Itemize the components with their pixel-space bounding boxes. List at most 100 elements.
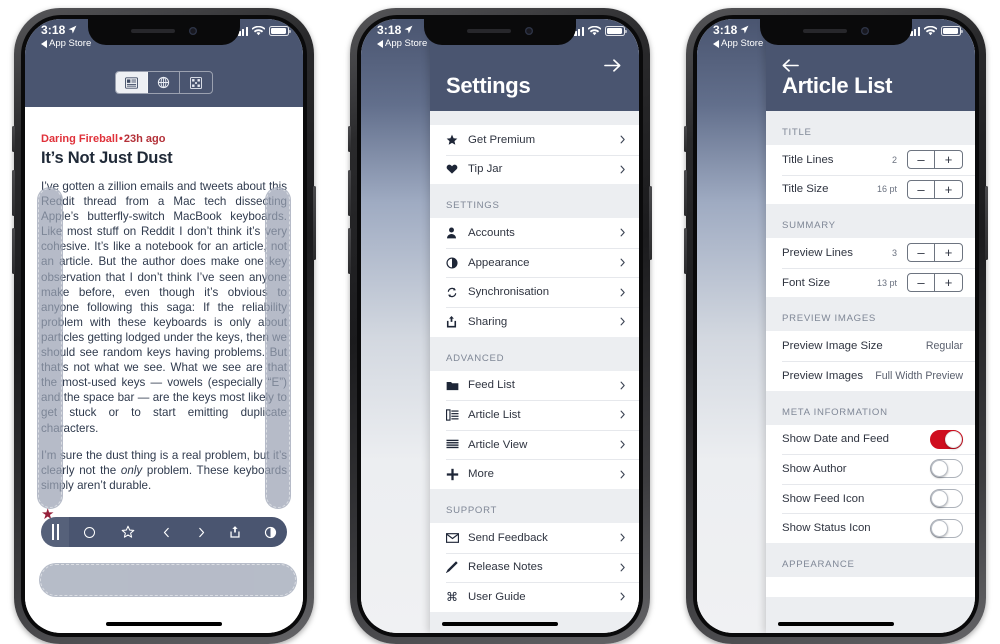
settings-row-accounts[interactable]: Accounts: [430, 218, 639, 248]
row-label: Show Feed Icon: [782, 492, 865, 505]
article-content[interactable]: Daring Fireball•23h ago It’s Not Just Du…: [25, 107, 303, 633]
row-value: 3: [891, 247, 897, 258]
section-heading-meta-information: META INFORMATION: [782, 406, 888, 418]
person-icon: [446, 227, 468, 239]
row-value: Regular: [925, 340, 963, 353]
command-icon: ⌘: [446, 589, 458, 604]
article-source[interactable]: Daring Fireball: [41, 133, 118, 145]
article-list-scroll[interactable]: TITLE Title Lines 2 – + Title Size 16 pt…: [766, 111, 975, 597]
group-appearance: [766, 576, 975, 597]
row-label: Font Size: [782, 276, 831, 289]
section-heading-advanced: ADVANCED: [446, 352, 505, 364]
show-date-and-feed-toggle[interactable]: [930, 429, 963, 449]
home-indicator: [442, 621, 558, 626]
view-mode-segmented-control[interactable]: [115, 71, 213, 94]
preview-lines-stepper[interactable]: – +: [907, 243, 963, 263]
plus-icon: [446, 468, 468, 481]
settings-scroll[interactable]: Get Premium Tip Jar SETTINGS Accounts Ap…: [430, 111, 639, 612]
sync-icon: [446, 286, 468, 299]
row-show-status-icon[interactable]: Show Status Icon: [766, 513, 975, 543]
row-label: Show Status Icon: [782, 522, 871, 535]
section-heading-preview-images: PREVIEW IMAGES: [782, 313, 877, 325]
settings-row-feed-list[interactable]: Feed List: [430, 371, 639, 401]
settings-row-send-feedback[interactable]: Send Feedback: [430, 523, 639, 553]
settings-group-support: Send Feedback Release Notes ⌘ User Guide: [430, 522, 639, 612]
group-summary: Preview Lines 3 – + Font Size 13 pt – +: [766, 238, 975, 298]
stepper-minus-button[interactable]: –: [908, 151, 935, 169]
star-filled-icon: [446, 134, 468, 146]
row-label: Title Lines: [782, 153, 834, 166]
group-meta-information: Show Date and Feed Show Author Show Feed…: [766, 424, 975, 543]
show-author-toggle[interactable]: [930, 459, 963, 479]
share-icon[interactable]: [217, 517, 253, 547]
chevron-right-icon: [620, 533, 625, 542]
circle-icon[interactable]: [69, 517, 109, 547]
title-lines-stepper[interactable]: – +: [907, 150, 963, 170]
globe-icon[interactable]: [148, 72, 180, 93]
settings-row-label: Sharing: [468, 315, 508, 328]
row-value: Full Width Preview: [875, 369, 963, 382]
row-show-date-and-feed[interactable]: Show Date and Feed: [766, 425, 975, 455]
row-font-size[interactable]: Font Size 13 pt – +: [766, 267, 975, 298]
row-value: 16 pt: [876, 184, 897, 195]
settings-row-tip-jar[interactable]: Tip Jar: [430, 154, 639, 185]
row-preview-lines[interactable]: Preview Lines 3 – +: [766, 238, 975, 268]
row-label: Show Author: [782, 462, 847, 475]
settings-row-release-notes[interactable]: Release Notes: [430, 552, 639, 583]
page-title: Settings: [446, 73, 531, 98]
chevron-right-icon[interactable]: [185, 517, 217, 547]
row-show-feed-icon[interactable]: Show Feed Icon: [766, 483, 975, 514]
article-toolbar[interactable]: [41, 517, 287, 547]
settings-row-synchronisation[interactable]: Synchronisation: [430, 277, 639, 307]
heart-filled-icon: [446, 163, 468, 175]
row-title-size[interactable]: Title Size 16 pt – +: [766, 174, 975, 205]
settings-row-article-view[interactable]: Article View: [430, 429, 639, 460]
arrow-right-icon[interactable]: [604, 57, 621, 74]
article-paragraph-1: I’ve gotten a zillion emails and tweets …: [41, 180, 287, 435]
settings-pane: Settings Get Premium Tip Jar SETTINGS Ac…: [430, 19, 639, 633]
stepper-minus-button[interactable]: –: [908, 180, 935, 198]
settings-row-user-guide[interactable]: ⌘ User Guide: [430, 582, 639, 612]
drag-handle-icon[interactable]: [41, 517, 69, 547]
settings-row-label: Feed List: [468, 379, 515, 392]
settings-row-appearance[interactable]: Appearance: [430, 247, 639, 278]
row-show-author[interactable]: Show Author: [766, 454, 975, 484]
stepper-minus-button[interactable]: –: [908, 244, 935, 262]
star-outline-icon[interactable]: [109, 517, 147, 547]
phone-settings: Settings Get Premium Tip Jar SETTINGS Ac…: [348, 8, 652, 644]
row-title-lines[interactable]: Title Lines 2 – +: [766, 145, 975, 175]
contrast-icon[interactable]: [253, 517, 287, 547]
settings-row-more[interactable]: More: [430, 459, 639, 489]
stepper-plus-button[interactable]: +: [935, 274, 962, 291]
image-grid-icon[interactable]: [180, 72, 212, 93]
stepper-plus-button[interactable]: +: [935, 181, 962, 198]
stepper-plus-button[interactable]: +: [935, 244, 962, 261]
row-preview-image-size[interactable]: Preview Image Size Regular: [766, 331, 975, 361]
settings-row-label: Appearance: [468, 256, 530, 269]
home-indicator: [778, 621, 894, 626]
row-label: Preview Images: [782, 369, 864, 382]
article-text-icon[interactable]: [116, 72, 148, 93]
row-label: Show Date and Feed: [782, 433, 890, 446]
settings-row-article-list[interactable]: Article List: [430, 400, 639, 430]
volume-up-button: [348, 170, 351, 216]
show-feed-icon-toggle[interactable]: [930, 489, 963, 509]
chevron-left-icon[interactable]: [147, 517, 185, 547]
section-heading-title: TITLE: [782, 127, 812, 138]
settings-backdrop-gradient[interactable]: [361, 19, 430, 633]
mute-switch: [684, 126, 687, 152]
settings-backdrop-gradient[interactable]: [697, 19, 766, 633]
show-status-icon-toggle[interactable]: [930, 518, 963, 538]
settings-row-sharing[interactable]: Sharing: [430, 306, 639, 337]
font-size-stepper[interactable]: – +: [907, 273, 963, 293]
row-preview-images[interactable]: Preview Images Full Width Preview: [766, 360, 975, 391]
arrow-left-icon[interactable]: [782, 57, 799, 74]
group-preview-images: Preview Image Size Regular Preview Image…: [766, 331, 975, 391]
settings-row-get-premium[interactable]: Get Premium: [430, 125, 639, 155]
stepper-plus-button[interactable]: +: [935, 151, 962, 168]
stepper-minus-button[interactable]: –: [908, 274, 935, 292]
phone3-screen: Article List TITLE Title Lines 2 – + Tit…: [697, 19, 975, 633]
power-button: [313, 186, 316, 260]
title-size-stepper[interactable]: – +: [907, 179, 963, 199]
group-title: Title Lines 2 – + Title Size 16 pt – +: [766, 145, 975, 205]
